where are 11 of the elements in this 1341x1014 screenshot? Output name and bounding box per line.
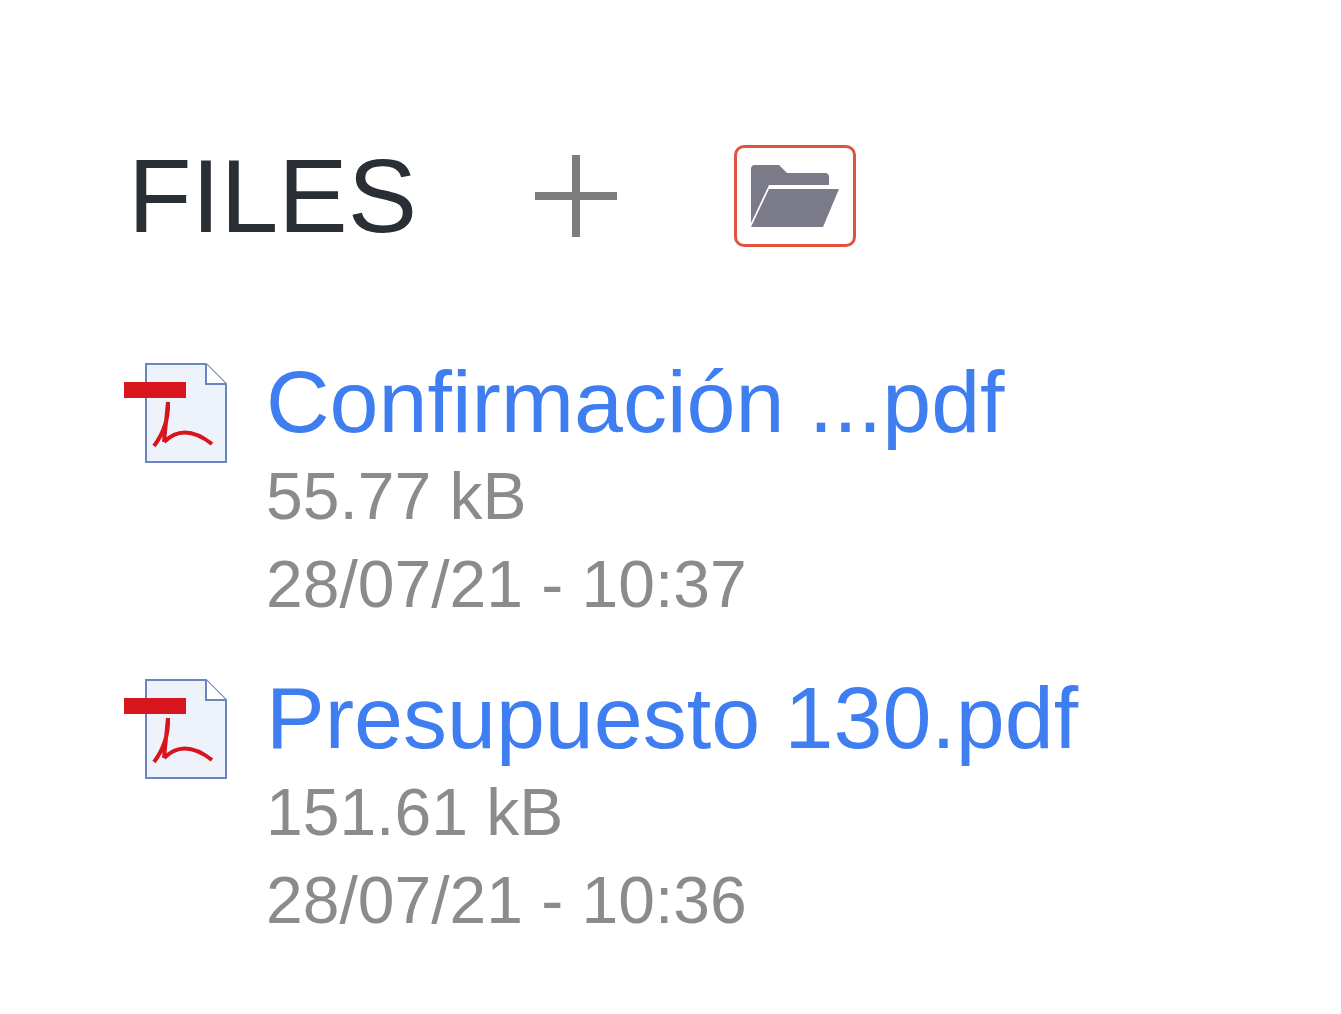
pdf-file-icon xyxy=(124,362,228,464)
section-title: FILES xyxy=(128,144,418,248)
file-date: 28/07/21 - 10:36 xyxy=(266,862,748,939)
file-size: 151.61 kB xyxy=(266,774,565,851)
pdf-file-icon xyxy=(124,678,228,780)
file-date: 28/07/21 - 10:37 xyxy=(266,546,748,623)
file-link[interactable]: Presupuesto 130.pdf xyxy=(266,668,1079,768)
file-size: 55.77 kB xyxy=(266,458,528,535)
folder-icon xyxy=(749,163,841,229)
file-link[interactable]: Confirmación ...pdf xyxy=(266,352,1005,452)
open-folder-button[interactable] xyxy=(734,145,856,247)
